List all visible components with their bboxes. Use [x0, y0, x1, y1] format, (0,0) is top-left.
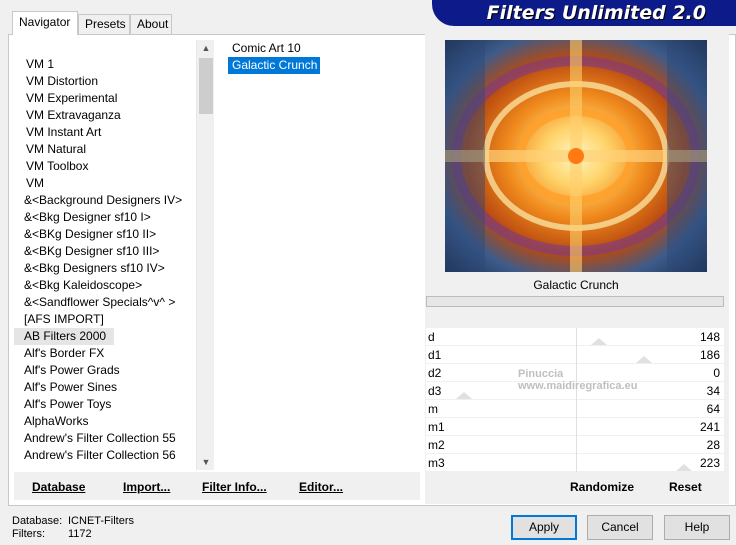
scroll-up-arrow-icon[interactable]: ▲ — [197, 40, 215, 56]
filter-list[interactable]: Comic Art 10 Galactic Crunch — [228, 40, 416, 470]
filter-info-button[interactable]: Filter Info... — [202, 480, 267, 494]
help-button[interactable]: Help — [664, 515, 730, 540]
category-item[interactable]: &<Background Designers IV> — [14, 192, 214, 209]
slider-marker-icon[interactable] — [591, 338, 607, 345]
param-name: d2 — [428, 366, 442, 380]
category-item[interactable]: VM Distortion — [14, 73, 214, 90]
filters-label: Filters: — [12, 528, 45, 540]
category-item[interactable]: Andrew's Filter Collection 55 — [14, 430, 214, 447]
param-center-tick — [576, 454, 577, 472]
galactic-crunch-preview — [445, 40, 707, 272]
param-name: m3 — [428, 456, 445, 470]
watermark: Pinuccia www.maidiregrafica.eu — [490, 368, 637, 392]
param-name: d3 — [428, 384, 442, 398]
import-button[interactable]: Import... — [123, 480, 170, 494]
category-item[interactable]: VM Instant Art — [14, 124, 214, 141]
category-item[interactable]: VM Natural — [14, 141, 214, 158]
slider-marker-icon[interactable] — [456, 392, 472, 399]
param-row-d[interactable]: d 148 — [426, 328, 724, 346]
preview-filter-name: Galactic Crunch — [533, 278, 619, 292]
param-value: 148 — [699, 330, 720, 344]
param-name: d — [428, 330, 435, 344]
category-item[interactable]: &<Sandflower Specials^v^ > — [14, 294, 214, 311]
preview-image — [445, 40, 707, 272]
param-name: d1 — [428, 348, 442, 362]
tab-presets[interactable]: Presets — [78, 14, 130, 34]
param-value: 241 — [699, 420, 720, 434]
category-item[interactable]: VM — [14, 175, 214, 192]
param-name: m1 — [428, 420, 445, 434]
param-value: 28 — [706, 438, 720, 452]
param-center-tick — [576, 346, 577, 364]
param-center-tick — [576, 418, 577, 436]
watermark-line-2: www.maidiregrafica.eu — [518, 380, 638, 392]
category-item[interactable]: Alf's Power Sines — [14, 379, 214, 396]
category-list[interactable]: VM 1 VM Distortion VM Experimental VM Extra… — [14, 40, 214, 470]
slider-marker-icon[interactable] — [636, 356, 652, 363]
watermark-line-1: Pinuccia — [518, 368, 564, 380]
param-row-m1[interactable]: m1 241 — [426, 418, 724, 436]
param-value: 34 — [706, 384, 720, 398]
param-value: 64 — [706, 402, 720, 416]
param-row-m[interactable]: m 64 — [426, 400, 724, 418]
footer-info: Database: ICNET-Filters Filters: 1172 — [12, 515, 134, 541]
param-name: m — [428, 402, 438, 416]
category-item[interactable]: &<BKg Designer sf10 III> — [14, 243, 214, 260]
app-title-banner: Filters Unlimited 2.0 — [432, 0, 736, 26]
category-item[interactable]: VM 1 — [14, 56, 214, 73]
param-row-m2[interactable]: m2 28 — [426, 436, 724, 454]
tab-navigator[interactable]: Navigator — [12, 11, 78, 35]
reset-button[interactable]: Reset — [669, 480, 702, 494]
scrollbar-thumb[interactable] — [199, 58, 213, 114]
category-item[interactable]: Alf's Border FX — [14, 345, 214, 362]
category-item[interactable]: Alf's Power Grads — [14, 362, 214, 379]
category-item[interactable]: &<Bkg Designers sf10 IV> — [14, 260, 214, 277]
cancel-button[interactable]: Cancel — [587, 515, 653, 540]
param-center-tick — [576, 400, 577, 418]
param-value: 0 — [713, 366, 720, 380]
apply-button[interactable]: Apply — [511, 515, 577, 540]
category-item[interactable]: VM Toolbox — [14, 158, 214, 175]
filters-count: 1172 — [68, 528, 92, 540]
category-item[interactable]: [AFS IMPORT] — [14, 311, 214, 328]
param-row-m3[interactable]: m3 223 — [426, 454, 724, 472]
progress-bar — [426, 296, 724, 307]
database-value: ICNET-Filters — [68, 515, 134, 527]
filter-item[interactable]: Comic Art 10 — [228, 40, 301, 57]
category-item[interactable]: &<Bkg Designer sf10 I> — [14, 209, 214, 226]
category-scrollbar[interactable]: ▲ ▼ — [196, 40, 214, 470]
list-button-bar: Database Import... Filter Info... Editor… — [14, 472, 420, 500]
category-item[interactable]: Andrew's Filter Collection 56 — [14, 447, 214, 464]
database-label: Database: — [12, 515, 63, 527]
parameter-sliders: d 148 d1 186 d2 0 d3 34 m 64 m1 241 m2 28 m3 223 — [426, 328, 724, 472]
category-item[interactable]: VM Experimental — [14, 90, 214, 107]
filter-item[interactable]: Galactic Crunch — [228, 57, 321, 74]
category-item[interactable]: AlphaWorks — [14, 413, 214, 430]
param-value: 186 — [699, 348, 720, 362]
category-item[interactable]: &<BKg Designer sf10 II> — [14, 226, 214, 243]
category-item[interactable]: &<Bkg Kaleidoscope> — [14, 277, 214, 294]
tab-about[interactable]: About — [130, 14, 172, 34]
param-row-d1[interactable]: d1 186 — [426, 346, 724, 364]
category-item[interactable]: VM Extravaganza — [14, 107, 214, 124]
category-item[interactable]: AB Filters 2000 — [14, 328, 114, 345]
randomize-button[interactable]: Randomize — [570, 480, 634, 494]
category-item[interactable]: Alf's Power Toys — [14, 396, 214, 413]
param-name: m2 — [428, 438, 445, 452]
scroll-down-arrow-icon[interactable]: ▼ — [197, 454, 215, 470]
database-button[interactable]: Database — [32, 480, 85, 494]
param-center-tick — [576, 436, 577, 454]
param-center-tick — [576, 328, 577, 346]
param-value: 223 — [699, 456, 720, 470]
editor-button[interactable]: Editor... — [299, 480, 343, 494]
slider-marker-icon[interactable] — [676, 464, 692, 471]
